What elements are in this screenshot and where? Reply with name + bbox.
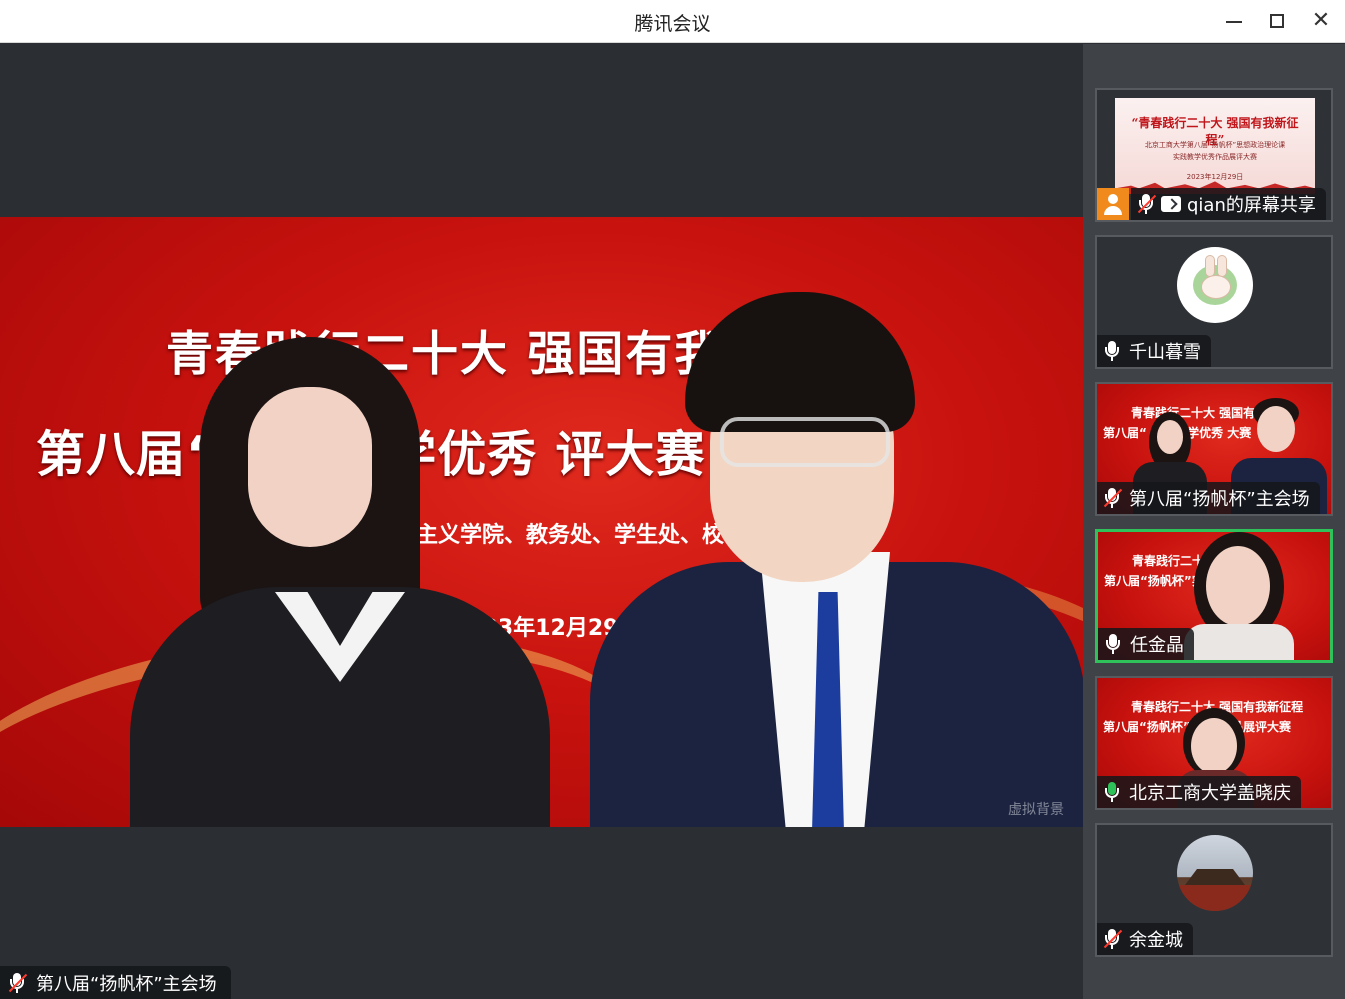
- mic-icon: [1101, 340, 1123, 362]
- city-gate-avatar: [1177, 835, 1253, 911]
- screen-share-icon: [1161, 196, 1181, 212]
- user-icon: [1097, 188, 1129, 220]
- active-speaker-tag: 第八届“扬帆杯”主会场: [0, 966, 231, 999]
- main-video-area[interactable]: 青春践行二十大 强国有我 第八届“ 实践教学优秀 评大赛 克思主义学院、教务处、…: [0, 44, 1083, 999]
- slide-subtitle: 北京工商大学第八届“扬帆杯”思想政治理论课: [1144, 141, 1286, 149]
- participant-sidebar: “青春践行二十大 强国有我新征程” 北京工商大学第八届“扬帆杯”思想政治理论课 …: [1083, 44, 1345, 999]
- participant-label: qian的屏幕共享: [1131, 188, 1326, 220]
- participant-tile-main-venue[interactable]: 青春践行二十大 强国有我 第八届“ 实践教学优秀 大赛 第八届“扬帆杯”主会场: [1095, 382, 1333, 516]
- participant-label: 千山暮雪: [1097, 335, 1211, 367]
- participant-name: 千山暮雪: [1129, 342, 1201, 363]
- participant-name: 第八届“扬帆杯”主会场: [1129, 489, 1310, 510]
- mic-icon: [1102, 633, 1124, 655]
- host-female: [130, 337, 550, 827]
- participant-label: 任金晶: [1098, 628, 1194, 660]
- bunny-avatar: [1177, 247, 1253, 323]
- close-button[interactable]: ✕: [1308, 8, 1334, 34]
- host-male: [590, 292, 1083, 827]
- close-icon: ✕: [1311, 8, 1331, 33]
- virtual-background-watermark: 虚拟背景: [1008, 802, 1064, 818]
- participant-tile-yujincheng[interactable]: 余金城: [1095, 823, 1333, 957]
- main-video-feed[interactable]: 青春践行二十大 强国有我 第八届“ 实践教学优秀 评大赛 克思主义学院、教务处、…: [0, 217, 1083, 827]
- participant-name: 余金城: [1129, 930, 1183, 951]
- participant-tile-gaixiaoqing[interactable]: 青春践行二十大 强国有我新征程 第八届“扬帆杯” 优秀作品展评大赛 北京工商大学…: [1095, 676, 1333, 810]
- participant-tile-renjinjing[interactable]: 青春践行二十 程 第八届“扬帆杯”实 展评大赛 任金晶: [1095, 529, 1333, 663]
- participant-label: 余金城: [1097, 923, 1193, 955]
- maximize-icon: [1270, 14, 1284, 28]
- minimize-button[interactable]: [1220, 8, 1246, 34]
- mic-muted-icon: [1135, 193, 1157, 215]
- participant-label: 北京工商大学盖晓庆: [1097, 776, 1301, 808]
- window-title: 腾讯会议: [634, 13, 711, 35]
- maximize-button[interactable]: [1264, 8, 1290, 34]
- participant-tile-screen-share[interactable]: “青春践行二十大 强国有我新征程” 北京工商大学第八届“扬帆杯”思想政治理论课 …: [1095, 88, 1333, 222]
- mic-muted-icon: [1101, 487, 1123, 509]
- participant-tile-qianshanmuxue[interactable]: 千山暮雪: [1095, 235, 1333, 369]
- slide-date: 2023年12月29日: [1186, 173, 1244, 181]
- slide-subtitle-2: 实践教学优秀作品展评大赛: [1173, 153, 1257, 161]
- participant-name: qian的屏幕共享: [1187, 195, 1316, 216]
- thumbnail-banner: 青春践行二十大 强国有我: [1131, 406, 1268, 420]
- title-bar: 腾讯会议 ✕: [0, 0, 1345, 43]
- participant-name: 任金晶: [1130, 635, 1184, 656]
- participant-label: 第八届“扬帆杯”主会场: [1097, 482, 1320, 514]
- participant-name: 北京工商大学盖晓庆: [1129, 783, 1291, 804]
- active-speaker-name: 第八届“扬帆杯”主会场: [36, 973, 217, 995]
- mic-active-icon: [1101, 781, 1123, 803]
- mic-muted-icon: [1101, 928, 1123, 950]
- shared-slide-thumbnail: “青春践行二十大 强国有我新征程” 北京工商大学第八届“扬帆杯”思想政治理论课 …: [1115, 98, 1315, 194]
- mic-muted-icon: [6, 972, 28, 994]
- minimize-icon: [1226, 21, 1242, 23]
